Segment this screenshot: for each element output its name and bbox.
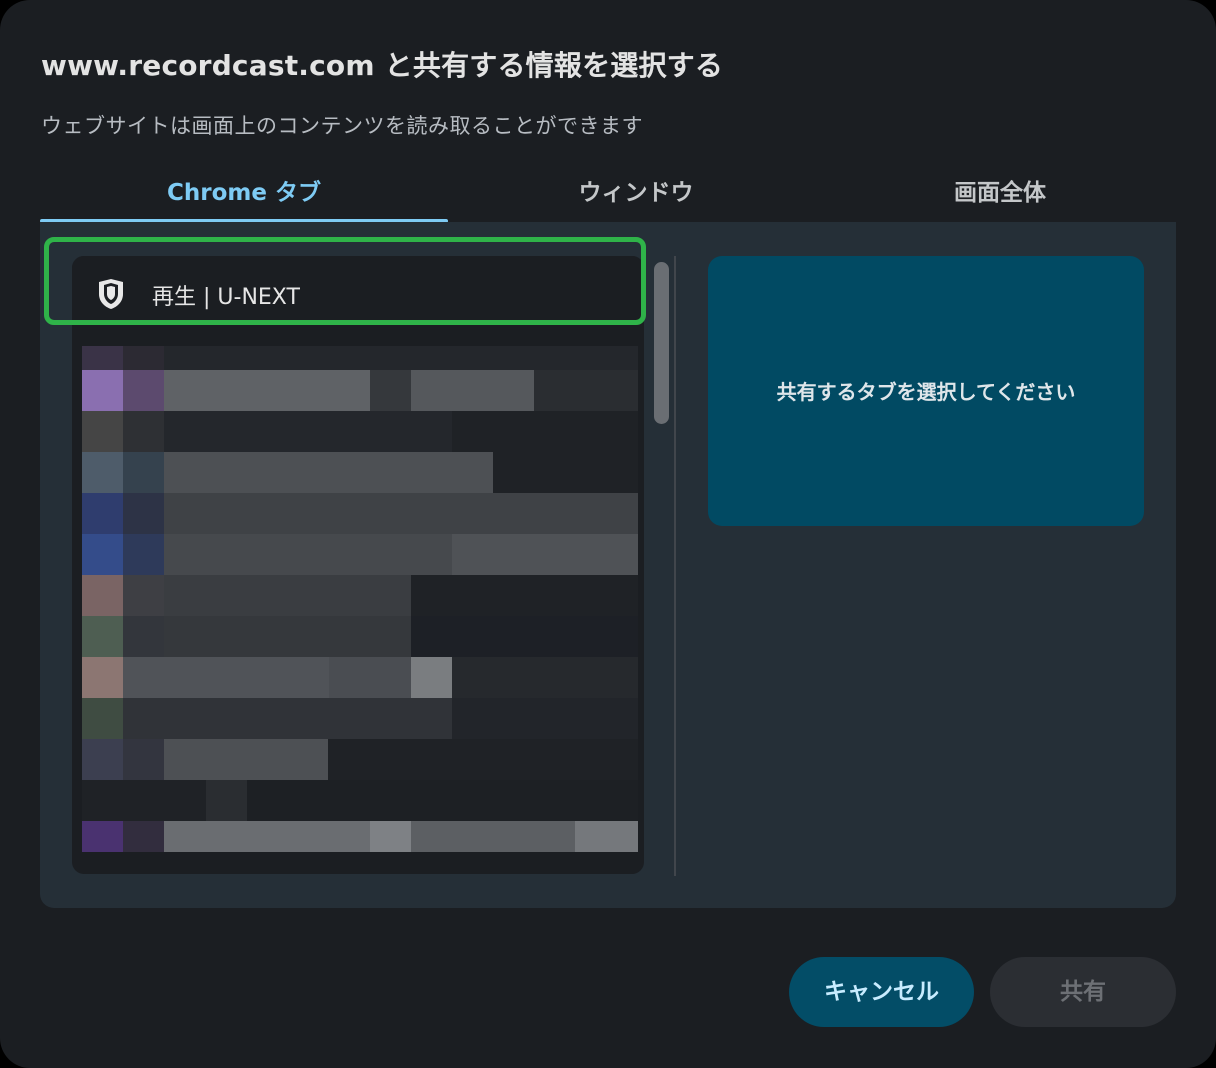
tab-window[interactable]: ウィンドウ	[448, 176, 824, 222]
share-button[interactable]: 共有	[990, 957, 1176, 1027]
tab-chrome-tab[interactable]: Chrome タブ	[40, 176, 448, 222]
screen-share-dialog: www.recordcast.com と共有する情報を選択する ウェブサイトは画…	[0, 0, 1216, 1068]
scrollbar-track[interactable]	[674, 256, 676, 876]
tab-list[interactable]: 再生 | U-NEXT	[72, 256, 644, 874]
list-item-u-next[interactable]: 再生 | U-NEXT	[72, 256, 644, 332]
tab-title: 再生 | U-NEXT	[152, 285, 300, 310]
shield-icon	[99, 279, 123, 309]
dialog-subtitle: ウェブサイトは画面上のコンテンツを読み取ることができます	[41, 114, 643, 138]
tab-entire-screen[interactable]: 画面全体	[824, 176, 1176, 222]
preview-message: 共有するタブを選択してください	[776, 380, 1076, 404]
dialog-title: www.recordcast.com と共有する情報を選択する	[41, 49, 724, 82]
blurred-tab-entries	[82, 346, 638, 852]
scrollbar-thumb[interactable]	[654, 262, 669, 424]
cancel-button[interactable]: キャンセル	[789, 957, 974, 1027]
share-preview: 共有するタブを選択してください	[708, 256, 1144, 526]
